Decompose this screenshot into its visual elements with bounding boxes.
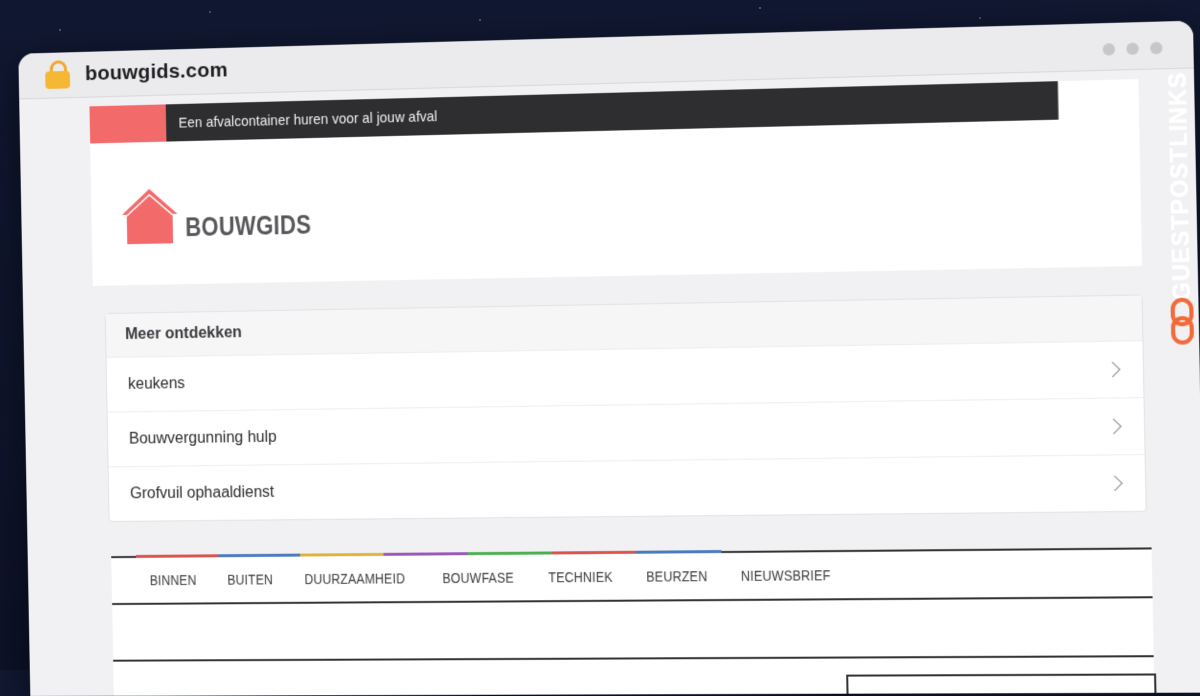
discover-item-label: keukens bbox=[127, 374, 186, 393]
window-dot-icon[interactable] bbox=[1149, 41, 1163, 55]
watermark-text: GUESTPOSTLINKS bbox=[1163, 71, 1195, 301]
discover-item-label: Grofvuil ophaaldienst bbox=[129, 483, 275, 502]
nav-item-buiten[interactable]: BUITEN bbox=[227, 572, 273, 588]
web-page: Een afvalcontainer huren voor al jouw af… bbox=[89, 79, 1157, 696]
nav-item-techniek[interactable]: TECHNIEK bbox=[548, 569, 613, 585]
window-controls bbox=[1102, 41, 1163, 56]
window-dot-icon[interactable] bbox=[1126, 42, 1139, 56]
browser-window: bouwgids.com Een afvalcontainer huren vo… bbox=[18, 20, 1200, 696]
chevron-right-icon bbox=[1105, 418, 1122, 435]
site-logo[interactable]: BOUWGIDS bbox=[120, 181, 334, 246]
address-domain[interactable]: bouwgids.com bbox=[85, 59, 228, 86]
chain-link-icon bbox=[1169, 298, 1195, 345]
nav-item-nieuwsbrief[interactable]: NIEUWSBRIEF bbox=[741, 567, 831, 584]
window-dot-icon[interactable] bbox=[1102, 43, 1116, 56]
content-area bbox=[113, 657, 1157, 696]
discover-item-label: Bouwvergunning hulp bbox=[128, 428, 277, 448]
nav-item-bouwfase[interactable]: BOUWFASE bbox=[442, 570, 514, 586]
nav-item-duurzaamheid[interactable]: DUURZAAMHEID bbox=[304, 571, 405, 588]
discover-panel: Meer ontdekken keukens Bouwvergunning hu… bbox=[104, 294, 1147, 523]
screenshot-frame: bouwgids.com Een afvalcontainer huren vo… bbox=[16, 0, 1200, 696]
nav-item-beurzen[interactable]: BEURZEN bbox=[646, 568, 707, 584]
nav-item-binnen[interactable]: BINNEN bbox=[150, 572, 197, 588]
main-navigation: BINNEN BUITEN DUURZAAMHEID BOUWFASE TECH… bbox=[111, 546, 1157, 696]
chevron-right-icon bbox=[1104, 361, 1121, 378]
logo-text: BOUWGIDS bbox=[185, 209, 312, 243]
sidebar-widget bbox=[846, 673, 1157, 696]
discover-item[interactable]: Grofvuil ophaaldienst bbox=[108, 453, 1146, 522]
site-header: BOUWGIDS bbox=[90, 117, 1142, 286]
lock-icon bbox=[45, 60, 71, 90]
chevron-right-icon bbox=[1106, 475, 1123, 492]
house-icon bbox=[121, 188, 178, 245]
guestpostlinks-watermark: GUESTPOSTLINKS bbox=[1157, 71, 1200, 349]
sub-nav-area bbox=[112, 598, 1154, 662]
